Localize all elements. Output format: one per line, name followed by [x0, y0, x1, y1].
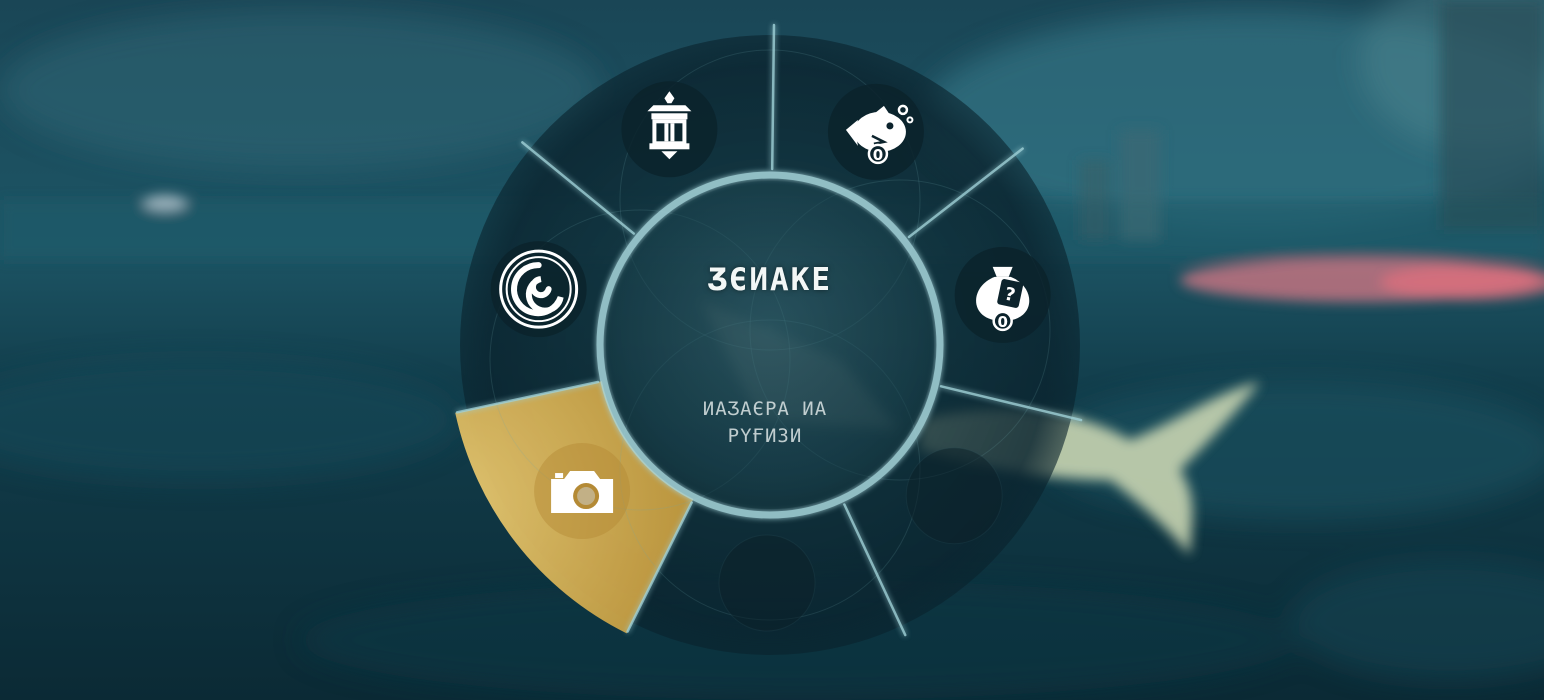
wheel-hub	[606, 181, 934, 509]
empty-slot-bottom[interactable]	[718, 534, 816, 632]
fish-bait-slot[interactable]: 0	[827, 83, 924, 180]
slot-background	[905, 447, 1003, 545]
lantern-slot[interactable]	[621, 81, 718, 178]
svg-text:0: 0	[873, 146, 883, 164]
slot-background	[490, 241, 587, 338]
svg-text:0: 0	[997, 313, 1007, 331]
empty-slot-right[interactable]	[905, 447, 1003, 545]
camera-slot[interactable]	[534, 443, 631, 540]
spiral-slot[interactable]	[490, 241, 587, 338]
game-scene: 0 ? 0 ƷЄИАКЕ ИАƷАЄРА ИА РҮҒИЗИ	[0, 0, 1544, 700]
radial-item-wheel: 0 ? 0	[455, 23, 1083, 655]
mystery-bag-slot[interactable]: ? 0	[954, 246, 1051, 343]
slot-background	[718, 534, 816, 632]
